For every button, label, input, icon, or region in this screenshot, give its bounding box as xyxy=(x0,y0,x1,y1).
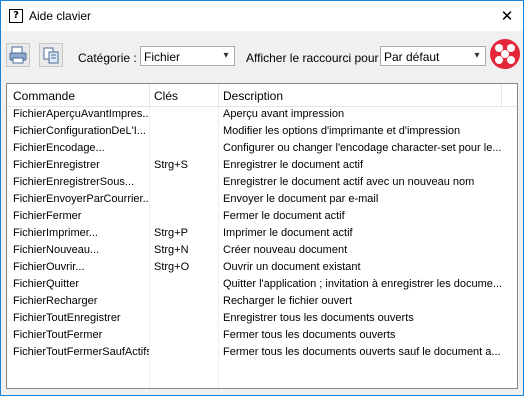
command-cell: FichierConfigurationDeL'I... xyxy=(13,125,146,137)
description-cell: Fermer tous les documents ouverts xyxy=(223,329,396,341)
command-cell: FichierOuvrir... xyxy=(13,261,85,273)
print-icon xyxy=(9,46,27,64)
title-bar: ? Aide clavier ✕ xyxy=(1,1,523,31)
close-button[interactable]: ✕ xyxy=(491,1,523,31)
command-cell: FichierEnvoyerParCourrier... xyxy=(13,193,149,205)
category-select-value: Fichier xyxy=(144,50,181,64)
description-cell: Créer nouveau document xyxy=(223,244,348,256)
shortcut-select-value: Par défaut xyxy=(384,50,440,64)
help-icon: ? xyxy=(9,9,23,23)
column-divider[interactable] xyxy=(501,84,502,106)
description-cell: Enregistrer tous les documents ouverts xyxy=(223,312,414,324)
keyboard-help-window: ? Aide clavier ✕ Catégorie : Fichier ▾ A… xyxy=(0,0,524,396)
category-label: Catégorie : xyxy=(78,51,137,65)
command-cell: FichierImprimer... xyxy=(13,227,98,239)
description-cell: Enregistrer le document actif avec un no… xyxy=(223,176,475,188)
command-cell: FichierFermer xyxy=(13,210,82,222)
keys-cell: Strg+P xyxy=(154,227,188,239)
copy-icon xyxy=(43,47,59,64)
column-header-keys[interactable]: Clés xyxy=(154,89,178,103)
command-cell: FichierEncodage... xyxy=(13,142,105,154)
window-title: Aide clavier xyxy=(29,9,92,23)
command-cell: FichierEnregistrerSous... xyxy=(13,176,135,188)
command-cell: FichierQuitter xyxy=(13,278,80,290)
description-cell: Imprimer le document actif xyxy=(223,227,353,239)
command-cell: FichierAperçuAvantImpres... xyxy=(13,108,149,120)
table-row[interactable]: FichierToutFermerSaufActifs Fermer tous l… xyxy=(7,344,517,361)
altova-logo-icon xyxy=(490,39,520,69)
keys-cell: Strg+O xyxy=(154,261,190,273)
table-row[interactable]: FichierFermer Fermer le document actif xyxy=(7,208,517,225)
table-row[interactable]: FichierToutFermer Fermer tous les documen… xyxy=(7,327,517,344)
description-cell: Envoyer le document par e-mail xyxy=(223,193,379,205)
column-header-command[interactable]: Commande xyxy=(13,89,75,103)
print-button[interactable] xyxy=(6,43,30,67)
command-cell: FichierToutFermer xyxy=(13,329,103,341)
list-rows: FichierAperçuAvantImpres... Aperçu avant … xyxy=(7,106,517,361)
table-row[interactable]: FichierEnvoyerParCourrier... Envoyer le d… xyxy=(7,191,517,208)
keys-cell: Strg+N xyxy=(154,244,189,256)
column-header-description[interactable]: Description xyxy=(223,89,283,103)
table-row[interactable]: FichierAperçuAvantImpres... Aperçu avant … xyxy=(7,106,517,123)
column-divider[interactable] xyxy=(218,84,219,106)
table-row[interactable]: FichierOuvrir... Strg+O Ouvrir un document… xyxy=(7,259,517,276)
column-divider[interactable] xyxy=(149,84,150,106)
description-cell: Ouvrir un document existant xyxy=(223,261,361,273)
command-cell: FichierToutFermerSaufActifs xyxy=(13,346,149,358)
description-cell: Aperçu avant impression xyxy=(223,108,345,120)
description-cell: Configurer ou changer l'encodage charact… xyxy=(223,142,502,154)
table-row[interactable]: FichierImprimer... Strg+P Imprimer le docu… xyxy=(7,225,517,242)
toolbar: Catégorie : Fichier ▾ Afficher le raccou… xyxy=(1,39,523,71)
description-cell: Enregistrer le document actif xyxy=(223,159,364,171)
table-row[interactable]: FichierEnregistrer Strg+S Enregistrer le d… xyxy=(7,157,517,174)
table-row[interactable]: FichierNouveau... Strg+N Créer nouveau doc… xyxy=(7,242,517,259)
list-header: Commande Clés Description xyxy=(7,84,517,107)
table-row[interactable]: FichierConfigurationDeL'I... Modifier les… xyxy=(7,123,517,140)
table-row[interactable]: FichierEncodage... Configurer ou changer … xyxy=(7,140,517,157)
keys-cell: Strg+S xyxy=(154,159,188,171)
table-row[interactable]: FichierRecharger Recharger le fichier ouv… xyxy=(7,293,517,310)
description-cell: Fermer le document actif xyxy=(223,210,345,222)
shortcut-list[interactable]: Commande Clés Description FichierAperçuA… xyxy=(6,83,518,389)
table-row[interactable]: FichierToutEnregistrer Enregistrer tous l… xyxy=(7,310,517,327)
table-row[interactable]: FichierQuitter Quitter l'application ; in… xyxy=(7,276,517,293)
chevron-down-icon: ▾ xyxy=(474,50,480,61)
description-cell: Recharger le fichier ouvert xyxy=(223,295,353,307)
command-cell: FichierToutEnregistrer xyxy=(13,312,121,324)
shortcut-label: Afficher le raccourci pour : xyxy=(246,51,386,65)
description-cell: Fermer tous les documents ouverts sauf l… xyxy=(223,346,501,358)
category-select[interactable]: Fichier ▾ xyxy=(140,46,235,66)
command-cell: FichierNouveau... xyxy=(13,244,100,256)
chevron-down-icon: ▾ xyxy=(223,50,229,61)
command-cell: FichierRecharger xyxy=(13,295,98,307)
shortcut-select[interactable]: Par défaut ▾ xyxy=(380,46,486,66)
command-cell: FichierEnregistrer xyxy=(13,159,100,171)
description-cell: Quitter l'application ; invitation à enr… xyxy=(223,278,503,290)
copy-button[interactable] xyxy=(39,43,63,67)
description-cell: Modifier les options d'imprimante et d'i… xyxy=(223,125,461,137)
table-row[interactable]: FichierEnregistrerSous... Enregistrer le … xyxy=(7,174,517,191)
